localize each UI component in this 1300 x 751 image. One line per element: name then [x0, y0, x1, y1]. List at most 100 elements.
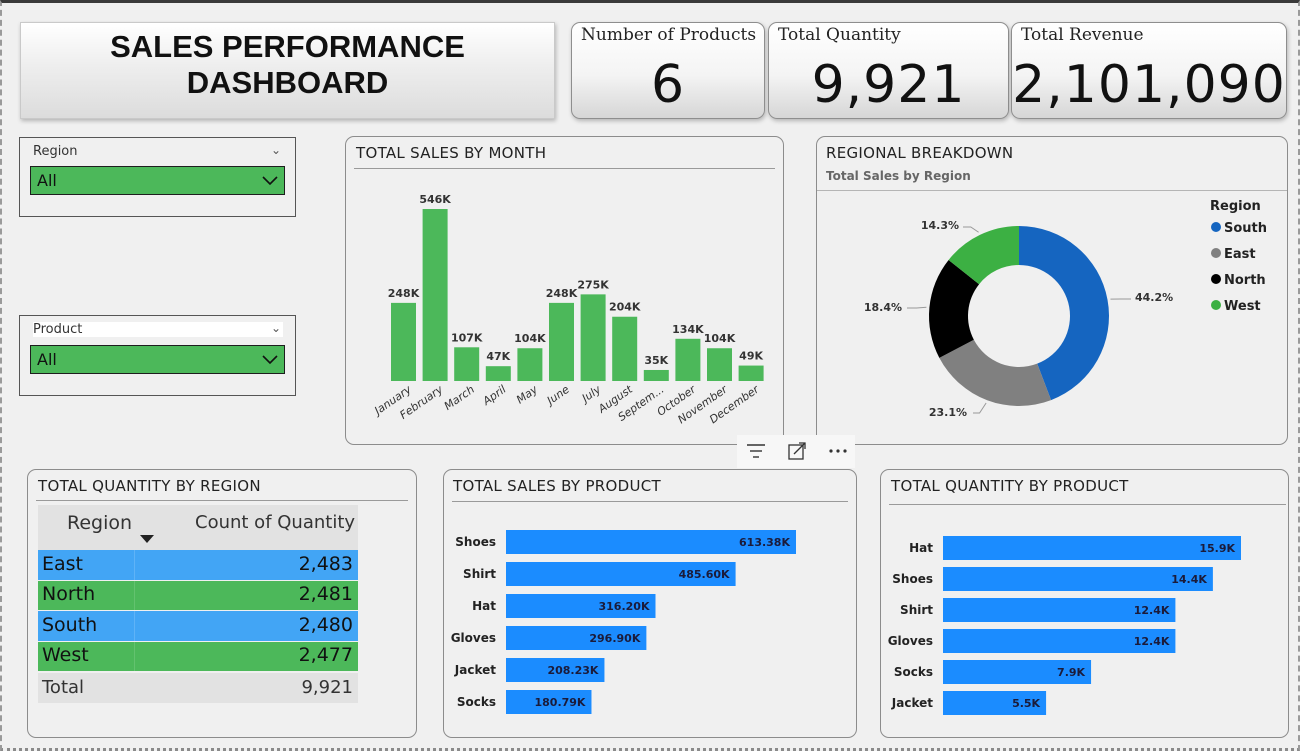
cell-divider — [134, 581, 135, 610]
data-label: 613.38K — [739, 536, 790, 549]
x-tick-label: April — [480, 383, 509, 409]
bar[interactable] — [643, 369, 669, 381]
chevron-down-icon[interactable]: ⌄ — [271, 143, 281, 157]
bar[interactable] — [422, 209, 448, 381]
bar[interactable] — [612, 316, 638, 381]
sales-by-product-card[interactable]: TOTAL SALES BY PRODUCT Shoes 613.38K Shirt… — [443, 469, 857, 738]
dashboard-title-line1: SALES PERFORMANCE — [110, 29, 465, 64]
bar[interactable] — [707, 348, 732, 381]
focus-mode-icon[interactable] — [788, 442, 806, 460]
y-tick-label: Gloves — [451, 631, 496, 645]
y-tick-label: Hat — [472, 599, 496, 613]
data-label: 546K — [419, 193, 451, 206]
table-row[interactable]: South 2,480 — [38, 611, 358, 641]
qty-by-product-chart: Hat 15.9K Shoes 14.4K Shirt 12.4K Gloves 12.4K S… — [888, 536, 1241, 715]
product-selected-value: All — [37, 350, 57, 369]
bar[interactable] — [391, 302, 416, 381]
data-label: 35K — [644, 354, 668, 367]
kpi-card-quantity[interactable]: Total Quantity 9,921 — [768, 22, 1009, 119]
leader-line — [973, 402, 987, 414]
kpi-card-revenue[interactable]: Total Revenue 2,101,090 — [1011, 22, 1287, 119]
region-selected-value: All — [37, 171, 57, 190]
data-label: 485.60K — [679, 568, 730, 581]
bar[interactable] — [454, 347, 480, 381]
column-header-count[interactable]: Count of Quantity — [195, 512, 355, 533]
legend-item[interactable]: East — [1224, 247, 1256, 262]
product-slicer-label: Product — [33, 322, 283, 337]
sales-by-month-card[interactable]: TOTAL SALES BY MONTH 248K January 546K Febr… — [345, 136, 784, 445]
data-label: 316.20K — [599, 600, 650, 613]
regional-donut-chart: 44.2% 23.1% 18.4% 14.3% Region South East North… — [864, 199, 1267, 419]
data-label: 7.9K — [1057, 666, 1085, 679]
sales-by-month-chart: 248KJanuary546KFebruary107KMarch47KApril… — [370, 193, 764, 426]
more-options-icon[interactable] — [829, 449, 847, 453]
y-tick-label: Socks — [457, 695, 496, 709]
legend-item[interactable]: West — [1224, 299, 1261, 314]
table-header-row: Region Count of Quantity — [38, 505, 358, 550]
total-label: Total — [42, 677, 85, 698]
legend-marker — [1211, 248, 1221, 258]
row-value: 2,477 — [298, 644, 353, 666]
title-divider — [36, 500, 408, 501]
data-label: 44.2% — [1135, 291, 1173, 304]
filter-icon[interactable] — [747, 444, 765, 458]
chevron-down-icon — [262, 355, 278, 365]
product-dropdown[interactable]: All — [30, 345, 285, 374]
data-label: 14.3% — [921, 219, 959, 232]
cell-divider — [134, 611, 135, 641]
leader-line — [907, 306, 927, 309]
sort-descending-icon[interactable] — [140, 535, 154, 543]
product-slicer[interactable]: Product ⌄ All — [19, 315, 296, 396]
chevron-down-icon — [262, 176, 278, 186]
qty-by-region-title: TOTAL QUANTITY BY REGION — [38, 477, 261, 495]
row-value: 2,481 — [298, 583, 353, 605]
bar[interactable] — [517, 348, 543, 381]
data-label: 5.5K — [1012, 697, 1040, 710]
region-dropdown[interactable]: All — [30, 166, 285, 195]
donut-slice[interactable] — [939, 339, 1052, 406]
data-label: 275K — [577, 278, 609, 291]
data-label: 208.23K — [547, 664, 598, 677]
data-label: 12.4K — [1134, 604, 1170, 617]
data-label: 23.1% — [929, 406, 967, 419]
table-row[interactable]: East 2,483 — [38, 550, 358, 580]
row-region: East — [42, 553, 83, 575]
table-total-row: Total 9,921 — [38, 673, 358, 703]
legend-item[interactable]: North — [1224, 273, 1266, 288]
data-label: 15.9K — [1199, 542, 1235, 555]
table-row[interactable]: West 2,477 — [38, 642, 358, 671]
data-label: 18.4% — [864, 301, 902, 314]
table-row[interactable]: North 2,481 — [38, 581, 358, 610]
y-tick-label: Gloves — [888, 634, 933, 648]
y-tick-label: Shoes — [455, 535, 496, 549]
column-header-region[interactable]: Region — [67, 512, 132, 534]
kpi-value: 6 — [650, 55, 686, 115]
qty-by-product-card[interactable]: TOTAL QUANTITY BY PRODUCT Hat 15.9K Shoes 1… — [880, 469, 1289, 738]
visual-header-toolbar — [737, 435, 855, 468]
bar[interactable] — [675, 338, 701, 381]
y-tick-label: Hat — [909, 541, 933, 555]
row-value: 2,480 — [298, 614, 353, 636]
kpi-label: Number of Products — [581, 25, 757, 45]
regional-breakdown-card[interactable]: REGIONAL BREAKDOWN Total Sales by Region… — [816, 136, 1288, 445]
y-tick-label: Jacket — [891, 696, 933, 710]
bar[interactable] — [580, 294, 606, 381]
bar[interactable] — [549, 302, 574, 381]
data-label: 296.90K — [589, 632, 640, 645]
data-label: 12.4K — [1134, 635, 1170, 648]
data-label: 107K — [451, 331, 483, 344]
x-tick-label: March — [442, 383, 477, 413]
kpi-card-products[interactable]: Number of Products 6 — [571, 22, 765, 119]
legend-item[interactable]: South — [1224, 221, 1267, 236]
sales-by-product-chart: Shoes 613.38K Shirt 485.60K Hat 316.20K Gloves… — [451, 530, 796, 714]
dashboard-title-card: SALES PERFORMANCE DASHBOARD — [20, 22, 555, 119]
chevron-down-icon[interactable]: ⌄ — [271, 321, 281, 335]
x-tick-label: May — [514, 383, 540, 407]
report-canvas: SALES PERFORMANCE DASHBOARD Number of Pr… — [0, 0, 1300, 751]
bar[interactable] — [943, 536, 1241, 560]
bar[interactable] — [485, 366, 511, 381]
region-slicer[interactable]: Region ⌄ All — [19, 137, 296, 217]
data-label: 49K — [739, 350, 763, 363]
qty-by-region-card[interactable]: TOTAL QUANTITY BY REGION Region Count of… — [27, 469, 417, 738]
bar[interactable] — [738, 365, 764, 381]
